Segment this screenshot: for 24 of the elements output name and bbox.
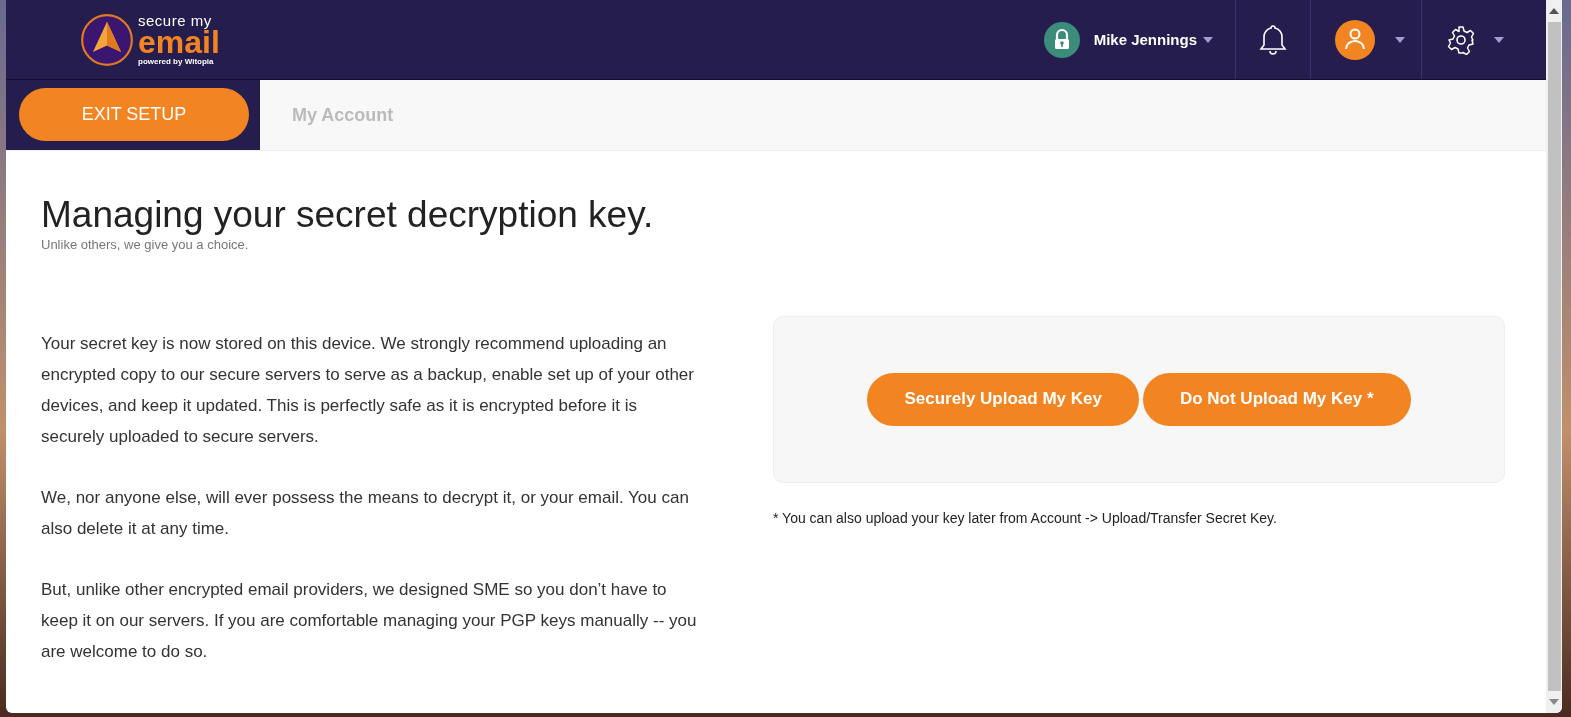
avatar-icon[interactable] xyxy=(1335,19,1375,60)
footnote: * You can also upload your key later from Account -> Upload/Transfer Secret Key. xyxy=(773,509,1278,526)
paragraph: But, unlike other encrypted email providers, we designed SME so you don’t have to keep it on our servers. If you are comfortable managing your PGP keys manually -- you are welcome to do so. xyxy=(41,578,698,663)
exit-setup-button[interactable]: EXIT SETUP xyxy=(19,88,249,141)
bell-icon[interactable] xyxy=(1258,22,1288,57)
logo-text: secure my xyxy=(138,13,213,28)
paragraph: Your secret key is now stored on this device. We strongly recommend uploading an encrypted copy to our secure servers to serve as a backup, enable set up of your other devices, and keep it updated. This is perfectly safe as it is encrypted before it is securely uploaded to secure servers. xyxy=(41,332,695,448)
logo-icon xyxy=(80,12,134,67)
scrollbar-thumb[interactable] xyxy=(1547,22,1561,691)
user-menu[interactable]: Mike Jennings xyxy=(1093,31,1197,48)
logo-tagline: powered by Witopia xyxy=(138,58,215,66)
caret-icon xyxy=(1494,36,1504,43)
paragraph: We, nor anyone else, will ever possess the means to decrypt it, or your email. You can also delete it at any time. xyxy=(41,486,690,540)
scrollbar[interactable] xyxy=(1546,0,1562,713)
caret-icon xyxy=(1395,36,1405,43)
caret-icon xyxy=(1203,36,1213,43)
upload-choice-button[interactable]: Securely Upload My Key xyxy=(867,372,1139,426)
scroll-up-icon[interactable] xyxy=(1549,8,1559,14)
tab[interactable]: My Account xyxy=(292,104,394,126)
settings-icon[interactable] xyxy=(1446,24,1476,55)
page-heading: Managing your secret decryption key. xyxy=(41,195,655,236)
scroll-down-icon[interactable] xyxy=(1549,699,1559,705)
upload-choice-button[interactable]: Do Not Upload My Key * xyxy=(1142,372,1411,426)
page-subheading: Unlike others, we give you a choice. xyxy=(41,236,250,252)
